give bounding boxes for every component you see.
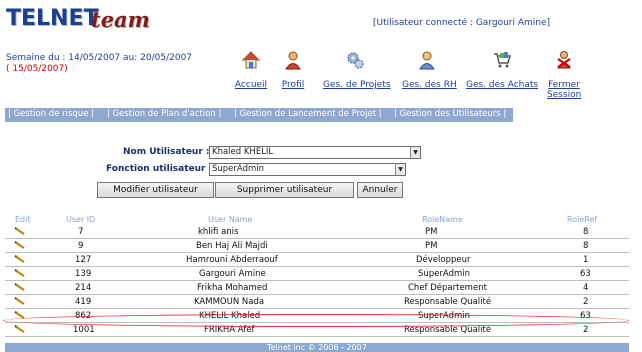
nav-rh[interactable]: Ges. des RH [402,50,457,90]
user-name-select-value: Khaled KHELIL [212,147,274,157]
cell-user-name: Frikha Mohamed [197,283,268,293]
cell-user-id: 127 [75,255,92,265]
cell-user-name: KHELIL Khaled [199,311,261,321]
table-row: 139 Gargouri Amine SuperAdmin 63 [5,267,629,281]
pencil-edit-icon[interactable] [14,241,26,249]
header-edit: Edit [15,215,31,224]
person-icon [419,51,435,70]
cancel-button[interactable]: Annuler [357,182,403,198]
pencil-edit-icon[interactable] [14,227,26,235]
cell-role-ref: 8 [583,241,589,251]
cell-user-id: 214 [75,283,92,293]
pencil-edit-icon[interactable] [14,311,26,319]
table-row: 1001 FRIKHA Afef Responsable Qualité 2 [5,323,629,337]
nav-profil-label[interactable]: Profil [278,80,308,90]
cell-role-name: SuperAdmin [418,269,470,279]
nav-profil[interactable]: Profil [278,50,308,90]
cell-user-id: 139 [75,269,92,279]
delete-user-button[interactable]: Supprimer utilisateur [215,182,354,198]
pencil-edit-icon[interactable] [14,283,26,291]
current-date: ( 15/05/2007) [6,64,68,74]
table-row: 9 Ben Haj Ali Majdi PM 8 [5,239,629,253]
user-name-label: Nom Utilisateur : [123,147,210,157]
home-icon [241,51,261,69]
tab-gestion-plan-action[interactable]: | Gestion de Plan d'action | [107,109,221,119]
logo-telnet-text: TELNET [6,6,99,31]
logo-team-text: team [91,7,150,32]
table-row: 7 khlifi anis PM 8 [5,225,629,239]
cell-user-name: FRIKHA Afef [204,325,255,335]
nav-projets[interactable]: Ges. de Projets [323,50,391,90]
cell-user-id: 7 [78,227,84,237]
pencil-edit-icon[interactable] [14,255,26,263]
cell-user-name: Gargouri Amine [199,269,266,279]
cell-user-id: 419 [75,297,92,307]
cell-role-ref: 2 [583,297,589,307]
nav-fermer-session-label[interactable]: Fermer Session [547,80,581,100]
logout-icon [557,51,571,69]
chevron-down-icon[interactable]: ▼ [410,147,420,158]
cell-role-name: Chef Département [408,283,487,293]
chevron-down-icon[interactable]: ▼ [395,164,405,175]
cell-role-ref: 2 [583,325,589,335]
cell-user-name: Hamrouni Abderraouf [186,255,278,265]
tab-gestion-lancement-projet[interactable]: | Gestion de Lancement de Projet | [234,109,382,119]
user-profile-icon [285,51,301,70]
cart-icon [494,52,511,68]
nav-accueil[interactable]: Accueil [232,50,270,90]
footer: Telnet inc © 2006 - 2007 [5,343,629,352]
cell-user-name: KAMMOUN Nada [194,297,265,307]
cell-role-ref: 4 [583,283,589,293]
cell-role-ref: 8 [583,227,589,237]
week-range: Semaine du : 14/05/2007 au: 20/05/2007 [6,53,193,63]
modify-user-button[interactable]: Modifier utilisateur [97,182,214,198]
nav-achats[interactable]: Ges. des Achats [466,50,538,90]
user-function-select-value: SuperAdmin [212,164,264,174]
nav-fermer-session[interactable]: Fermer Session [546,50,582,100]
cell-role-name: PM [425,227,438,237]
nav-accueil-label[interactable]: Accueil [232,80,270,90]
section-tabs: | Gestion de risque | | Gestion de Plan … [5,108,513,122]
header-user-name: User Name [208,215,253,224]
cell-role-name: SuperAdmin [418,311,470,321]
user-function-select[interactable]: SuperAdmin ▼ [209,163,406,176]
cell-user-name: khlifi anis [198,227,239,237]
main-nav: Accueil Profil Ges. de Projets Ges. des … [230,50,581,100]
cell-role-name: Développeur [416,255,471,265]
header-role-name: RoleName [422,215,463,224]
cell-user-id: 9 [78,241,84,251]
users-table-header: Edit User ID User Name RoleName RoleRef [5,215,629,224]
nav-rh-label[interactable]: Ges. des RH [402,80,457,90]
user-name-select[interactable]: Khaled KHELIL ▼ [209,146,421,159]
cell-role-name: Responsable Qualité [404,325,492,335]
cell-role-ref: 63 [580,269,591,279]
cell-role-ref: 1 [583,255,589,265]
table-row: 214 Frikha Mohamed Chef Département 4 [5,281,629,295]
cell-user-id: 862 [75,311,92,321]
table-row: 127 Hamrouni Abderraouf Développeur 1 [5,253,629,267]
nav-achats-label[interactable]: Ges. des Achats [466,80,538,90]
cell-role-name: Responsable Qualité [404,297,492,307]
tab-gestion-risque[interactable]: | Gestion de risque | [8,109,94,119]
pencil-edit-icon[interactable] [14,325,26,333]
user-function-label: Fonction utilisateur : [106,164,213,174]
table-row-selected: 862 KHELIL Khaled SuperAdmin 63 [5,309,629,323]
nav-projets-label[interactable]: Ges. de Projets [323,80,391,90]
header-user-id: User ID [66,215,96,224]
cell-user-id: 1001 [73,325,95,335]
cell-user-name: Ben Haj Ali Majdi [196,241,268,251]
pencil-edit-icon[interactable] [14,269,26,277]
cell-role-name: PM [425,241,438,251]
header-role-ref: RoleRef [567,215,598,224]
pencil-edit-icon[interactable] [14,297,26,305]
connected-user-label: [Utilisateur connecté : Gargouri Amine] [373,18,551,28]
tab-gestion-utilisateurs[interactable]: | Gestion des Utilisateurs | [394,109,506,119]
table-row: 419 KAMMOUN Nada Responsable Qualité 2 [5,295,629,309]
cell-role-ref: 63 [580,311,591,321]
gears-icon [347,52,364,69]
